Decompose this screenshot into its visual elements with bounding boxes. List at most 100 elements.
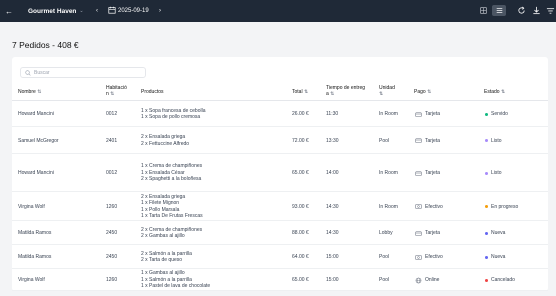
- customer-name: Samuel McGregor: [18, 137, 59, 144]
- download-icon[interactable]: [532, 6, 541, 15]
- product-line: 2 x Ensalada griega: [141, 134, 186, 140]
- status-label: Nueva: [491, 254, 506, 260]
- customer-name: Virgina Wolf: [18, 277, 45, 283]
- payment-method: Tarjeta: [415, 170, 440, 177]
- delivery-unit: Lobby: [379, 230, 393, 236]
- status-label: Listo: [491, 137, 502, 144]
- payment-method: Efectivo: [415, 203, 443, 210]
- column-header-status-label: Estado: [484, 89, 500, 95]
- payment-label: Tarjeta: [425, 230, 441, 236]
- status-badge[interactable]: En progreso: [485, 204, 518, 210]
- status-badge[interactable]: Nueva: [485, 230, 505, 236]
- card-icon: [415, 111, 422, 117]
- sort-icon[interactable]: ⇅: [427, 89, 431, 95]
- room-number: 2450: [106, 230, 118, 236]
- column-header-products: Productos: [141, 89, 164, 95]
- column-header-name[interactable]: Nombre ⇅: [18, 89, 41, 95]
- column-header-status[interactable]: Estado ⇅: [484, 89, 505, 95]
- column-header-delivery-time[interactable]: Tiempo de entreg a ⇅: [326, 85, 365, 97]
- list-view-button[interactable]: [492, 5, 506, 16]
- room-number: 2450: [106, 254, 118, 260]
- sort-icon[interactable]: ⇅: [330, 91, 334, 97]
- column-header-name-label: Nombre: [18, 89, 36, 95]
- status-badge[interactable]: Nueva: [485, 254, 505, 260]
- grid-view-button[interactable]: [476, 5, 490, 16]
- column-header-payment[interactable]: Pago ⇅: [414, 89, 431, 95]
- search-input[interactable]: [34, 69, 134, 76]
- room-number: 2401: [106, 137, 118, 144]
- room-number: 1260: [106, 277, 118, 283]
- order-total: 65.00 €: [292, 170, 309, 176]
- room-number: 1260: [106, 203, 118, 210]
- sort-icon[interactable]: ⇅: [110, 91, 114, 97]
- status-dot-icon: [485, 231, 488, 235]
- table-row[interactable]: Matilda Ramos 2450 2 x Crema de champiñone…: [12, 221, 548, 245]
- sort-icon[interactable]: ⇅: [501, 89, 505, 95]
- table-row[interactable]: Samuel McGregor 2401 2 x Ensalada griega 2 …: [12, 127, 548, 154]
- product-line: 2 x Spaghetti a la boloñesa: [141, 176, 202, 183]
- chevron-down-icon[interactable]: ⌄: [79, 8, 83, 14]
- payment-method: Tarjeta: [415, 230, 440, 237]
- cash-icon: [415, 204, 422, 209]
- globe-icon: [415, 277, 422, 283]
- products-list: 2 x Ensalada griega 1 x Filete Mignon 1 x …: [141, 194, 203, 220]
- product-line: 2 x Fettuccine Alfredo: [141, 140, 190, 147]
- status-label: Servido: [491, 111, 508, 117]
- sort-icon[interactable]: ⇅: [37, 89, 41, 95]
- top-bar: ← Gourmet Haven ⌄ ‹ 2025-09-19 ›: [0, 0, 556, 22]
- delivery-time: 15:00: [326, 254, 339, 260]
- sort-icon[interactable]: ⇅: [379, 91, 383, 97]
- table-row[interactable]: Howard Mancini 0012 1 x Crema de champiñon…: [12, 154, 548, 192]
- product-line: 1 x Tarta De Frutas Frescas: [141, 213, 203, 219]
- status-badge[interactable]: Listo: [485, 138, 502, 144]
- refresh-icon[interactable]: [517, 6, 526, 15]
- customer-name: Virgina Wolf: [18, 203, 45, 210]
- previous-date-button[interactable]: ‹: [96, 8, 98, 14]
- status-badge[interactable]: Servido: [485, 111, 508, 117]
- status-dot-icon: [485, 255, 488, 259]
- current-date[interactable]: 2025-09-19: [118, 8, 149, 14]
- status-badge[interactable]: Cancelado: [485, 277, 515, 283]
- restaurant-title[interactable]: Gourmet Haven: [28, 8, 76, 15]
- delivery-unit: Pool: [379, 277, 390, 283]
- list-icon: [496, 8, 502, 13]
- status-dot-icon: [485, 205, 488, 208]
- payment-method: Tarjeta: [415, 111, 440, 118]
- products-list: 2 x Salmón a la parrilla 2 x Tarta de que…: [141, 251, 192, 264]
- order-total: 65.00 €: [292, 277, 309, 283]
- orders-table-card: Nombre ⇅ Habitació n ⇅ Productos Total ⇅…: [12, 57, 548, 291]
- delivery-time: 14:30: [326, 230, 339, 236]
- products-list: 1 x Crema de champiñones 1 x Ensalada Cés…: [141, 163, 202, 183]
- column-header-total-label: Total: [292, 89, 303, 95]
- column-header-total[interactable]: Total ⇅: [292, 89, 308, 95]
- calendar-icon: [108, 6, 116, 14]
- column-header-unit[interactable]: Unidad ⇅: [379, 85, 395, 97]
- next-date-button[interactable]: ›: [159, 8, 161, 14]
- sort-icon[interactable]: ⇅: [304, 89, 308, 95]
- product-line: 2 x Gambas al ajillo: [141, 233, 185, 239]
- card-icon: [415, 170, 422, 176]
- payment-method: Efectivo: [415, 254, 443, 261]
- payment-label: Tarjeta: [425, 137, 441, 144]
- search-box[interactable]: [20, 67, 146, 78]
- delivery-unit: In Room: [379, 203, 398, 210]
- table-row[interactable]: Matilda Ramos 2450 2 x Salmón a la parrill…: [12, 245, 548, 269]
- delivery-time: 11:30: [326, 111, 339, 117]
- status-badge[interactable]: Listo: [485, 170, 502, 176]
- delivery-time: 13:30: [326, 137, 339, 144]
- status-label: En progreso: [491, 203, 519, 210]
- payment-method: Tarjeta: [415, 137, 440, 144]
- order-total: 93.00 €: [292, 203, 309, 210]
- customer-name: Matilda Ramos: [18, 230, 52, 236]
- table-row[interactable]: Howard Mancini 0012 1 x Sopa francesa de c…: [12, 101, 548, 127]
- column-header-room[interactable]: Habitació n ⇅: [106, 85, 127, 97]
- room-number: 0012: [106, 170, 118, 176]
- status-label: Cancelado: [491, 277, 515, 283]
- payment-method: Online: [415, 277, 439, 284]
- table-row[interactable]: Virgina Wolf 1260 2 x Ensalada griega 1 x F…: [12, 192, 548, 221]
- filter-icon[interactable]: [546, 6, 555, 15]
- back-arrow-icon[interactable]: ←: [0, 7, 18, 16]
- delivery-unit: Pool: [379, 254, 390, 260]
- table-row[interactable]: Virgina Wolf 1260 1 x Gambas al ajillo 1 x …: [12, 269, 548, 291]
- row-divider: [12, 290, 548, 291]
